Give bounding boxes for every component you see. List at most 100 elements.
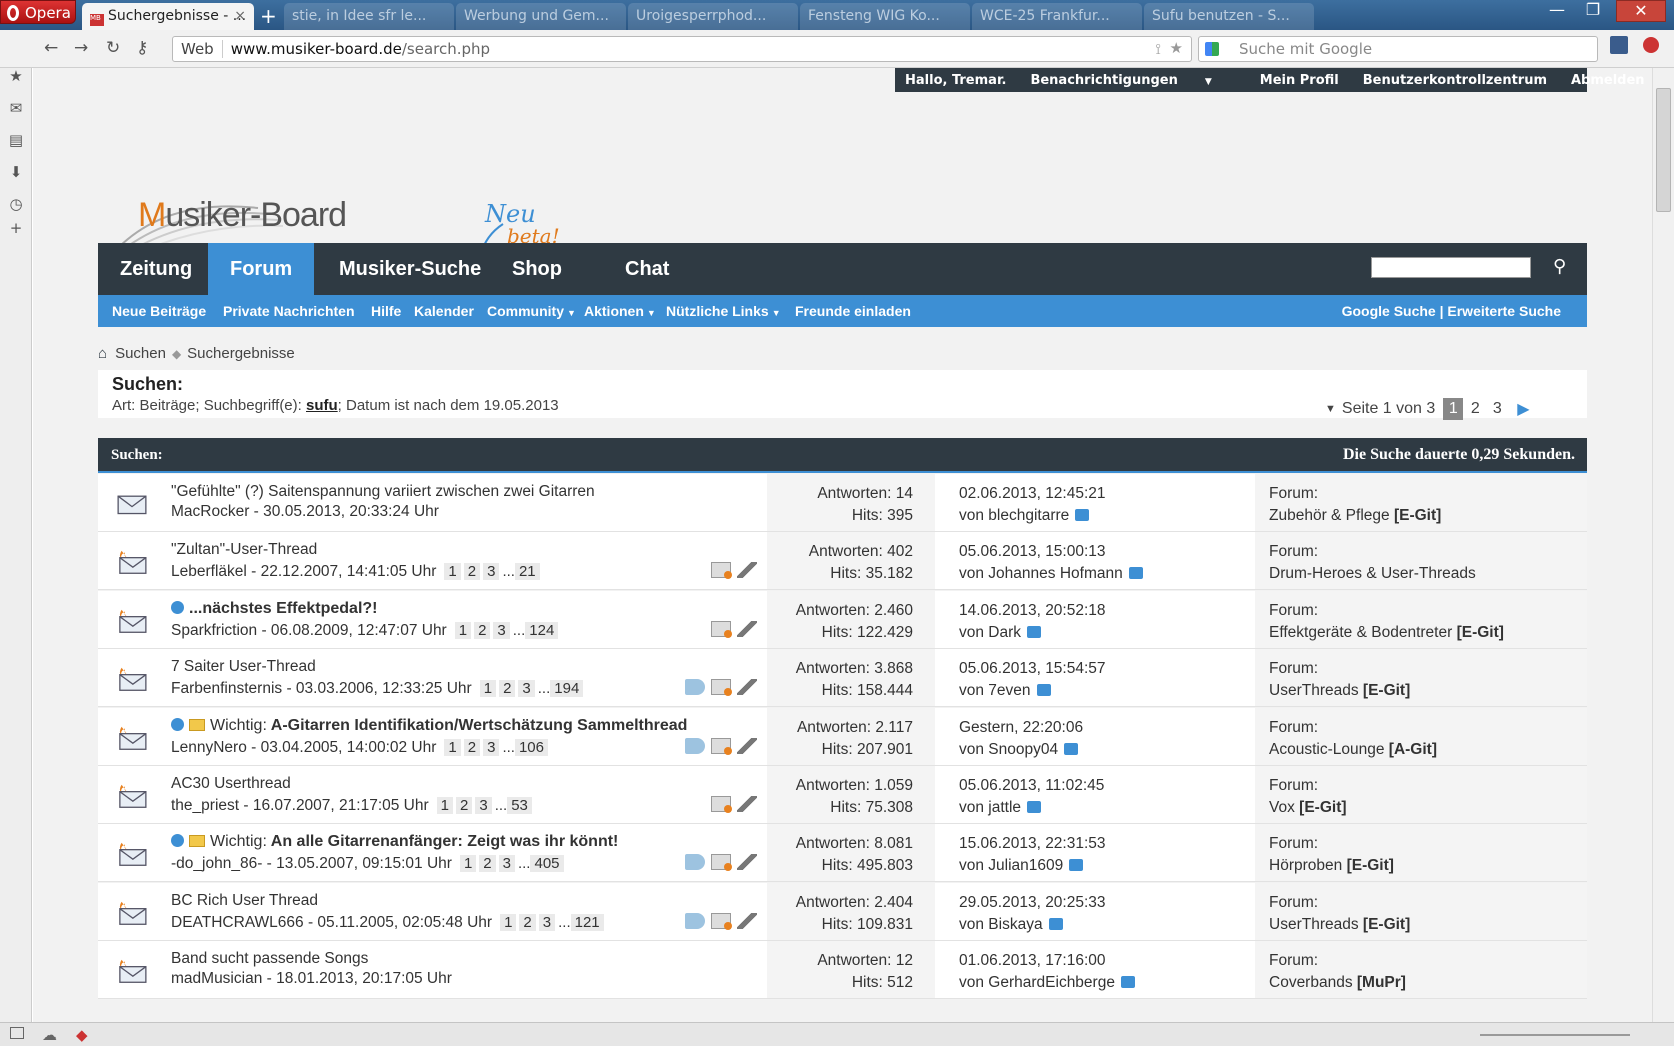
thread-page-link[interactable]: 121 — [570, 913, 604, 931]
thread-page-link[interactable]: 2 — [474, 621, 491, 639]
thread-page-link[interactable]: 3 — [483, 738, 500, 756]
last-poster-link[interactable]: von Biskaya — [959, 916, 1043, 933]
tab-active[interactable]: MB Suchergebnisse - ... × — [82, 3, 254, 30]
home-icon[interactable]: ⌂ — [98, 345, 107, 362]
tab-background[interactable]: stie, in Idee sfr le... — [284, 3, 454, 30]
reload-icon[interactable]: ↻ — [106, 38, 120, 58]
thread-page-link[interactable]: 2 — [456, 797, 473, 814]
subnav-search-links[interactable]: Google Suche | Erweiterte Suche — [1342, 303, 1561, 319]
thread-page-link[interactable]: 106 — [514, 738, 548, 756]
turbo-icon[interactable]: ◆ — [76, 1026, 88, 1044]
thread-page-link[interactable]: 1 — [459, 855, 477, 873]
thread-title-link[interactable]: BC Rich User Thread — [171, 892, 318, 909]
thread-page-link[interactable]: 3 — [538, 913, 556, 931]
table-row[interactable]: Band sucht passende Songs madMusician - 1… — [98, 941, 1587, 1000]
forum-link[interactable]: Zubehör & Pflege — [1269, 507, 1390, 524]
forum-search-input[interactable] — [1371, 257, 1531, 278]
last-poster-link[interactable]: von 7even — [959, 682, 1031, 699]
go-to-last-post-icon[interactable] — [1128, 567, 1143, 580]
table-row[interactable]: ...nächstes Effektpedal?! Sparkfriction -… — [98, 590, 1587, 649]
thread-title-link[interactable]: "Zultan"-User-Thread — [171, 541, 317, 558]
thread-page-link[interactable]: 194 — [550, 680, 584, 698]
go-to-last-post-icon[interactable] — [1027, 801, 1042, 813]
table-row[interactable]: "Zultan"-User-Thread Leberfläkel - 22.12.… — [98, 532, 1587, 591]
new-tab-plus-icon[interactable]: + — [260, 4, 277, 28]
subnav-help[interactable]: Hilfe — [371, 303, 401, 319]
history-clock-icon[interactable]: ◷ — [8, 196, 24, 212]
thread-page-link[interactable]: 3 — [493, 621, 510, 639]
page-2[interactable]: 2 — [1465, 400, 1485, 418]
thread-starter[interactable]: -do_john_86- - 13.05.2007, 09:15:01 Uhr — [171, 855, 452, 872]
page-1[interactable]: 1 — [1443, 398, 1464, 420]
address-bar[interactable]: Web www.musiker-board.de/search.php ⟟ ★ — [172, 36, 1192, 62]
thread-page-link[interactable]: 1 — [444, 738, 461, 756]
thread-page-link[interactable]: 405 — [530, 855, 564, 873]
tag-icon[interactable] — [685, 737, 705, 754]
forward-arrow-icon[interactable]: → — [74, 38, 88, 58]
google-search-field[interactable]: Suche mit Google — [1198, 36, 1598, 62]
pager-dropdown-icon[interactable]: ▼ — [1325, 403, 1336, 415]
last-poster-link[interactable]: von Snoopy04 — [959, 741, 1058, 758]
downloads-icon[interactable]: ⬇ — [8, 164, 24, 180]
thread-title-link[interactable]: AC30 Userthread — [171, 775, 291, 792]
vertical-scrollbar[interactable] — [1652, 68, 1674, 1022]
pager-label[interactable]: Seite 1 von 3 — [1342, 400, 1435, 418]
last-poster-link[interactable]: von Julian1609 — [959, 857, 1063, 874]
back-arrow-icon[interactable]: ← — [44, 38, 58, 58]
cloud-icon[interactable]: ☁ — [42, 1026, 57, 1044]
thread-page-link[interactable]: 1 — [444, 563, 461, 581]
bookmarks-star-icon[interactable]: ★ — [8, 68, 24, 84]
thread-title-link[interactable]: A-Gitarren Identifikation/Wertschätzung … — [271, 717, 688, 734]
tab-close-icon[interactable]: × — [234, 8, 246, 24]
close-window-icon[interactable]: ✕ — [1616, 0, 1666, 22]
table-row[interactable]: AC30 Userthread the_priest - 16.07.2007, … — [98, 766, 1587, 824]
forum-link[interactable]: Effektgeräte & Bodentreter — [1269, 624, 1452, 641]
minimize-icon[interactable]: — — [1540, 0, 1574, 22]
thread-page-link[interactable]: 3 — [498, 855, 515, 873]
thread-page-link[interactable]: 1 — [479, 680, 497, 698]
notifications-menu[interactable]: Benachrichtigungen ▼ — [1030, 73, 1235, 88]
subscribe-mail-icon[interactable] — [711, 562, 732, 580]
tab-background[interactable]: WCE-25 Frankfur... — [972, 3, 1142, 30]
page-3[interactable]: 3 — [1487, 400, 1507, 418]
tab-background[interactable]: Werbung und Gem... — [456, 3, 626, 30]
thread-starter[interactable]: Farbenfinsternis - 03.03.2006, 12:33:25 … — [171, 680, 472, 697]
table-row[interactable]: BC Rich User Thread DEATHCRAWL666 - 05.11… — [98, 882, 1587, 941]
thread-page-link[interactable]: 1 — [454, 621, 472, 639]
extension-icon[interactable] — [1610, 36, 1628, 54]
subscribe-mail-icon[interactable] — [711, 737, 732, 755]
thread-starter[interactable]: LennyNero - 03.04.2005, 14:00:02 Uhr — [171, 739, 436, 756]
thread-page-link[interactable]: 1 — [500, 913, 517, 931]
thread-title-link[interactable]: An alle Gitarrenanfänger: Zeigt was ihr … — [271, 833, 619, 850]
subscribe-mail-icon[interactable] — [711, 854, 732, 872]
thread-page-link[interactable]: 124 — [525, 621, 559, 639]
control-panel-link[interactable]: Benutzerkontrollzentrum — [1363, 73, 1547, 88]
bookmark-star-icon[interactable]: ★ — [1170, 39, 1183, 57]
tab-background[interactable]: Fensteng WIG Ko... — [800, 3, 970, 30]
table-row[interactable]: Wichtig: An alle Gitarrenanfänger: Zeigt… — [98, 824, 1587, 883]
table-row[interactable]: "Gefühlte" (?) Saitenspannung variiert z… — [98, 474, 1587, 532]
thread-starter[interactable]: the_priest - 16.07.2007, 21:17:05 Uhr — [171, 797, 429, 814]
notes-icon[interactable]: ▤ — [8, 132, 24, 148]
thread-title-link[interactable]: "Gefühlte" (?) Saitenspannung variiert z… — [171, 483, 595, 500]
subscribe-mail-icon[interactable] — [711, 912, 732, 930]
search-icon[interactable]: ⚲ — [1553, 256, 1566, 277]
subnav-useful-links[interactable]: Nützliche Links ▼ — [666, 303, 781, 319]
thread-page-link[interactable]: 2 — [499, 680, 516, 698]
adblock-icon[interactable] — [1643, 37, 1659, 53]
go-to-last-post-icon[interactable] — [1036, 684, 1051, 697]
thread-starter[interactable]: madMusician - 18.01.2013, 20:17:05 Uhr — [171, 970, 452, 987]
subnav-invite-friends[interactable]: Freunde einladen — [795, 303, 911, 319]
add-panel-icon[interactable]: + — [8, 220, 24, 236]
subnav-new-posts[interactable]: Neue Beiträge — [112, 303, 206, 319]
subscribe-mail-icon[interactable] — [711, 679, 732, 697]
go-to-last-post-icon[interactable] — [1064, 742, 1079, 755]
panel-toggle-icon[interactable] — [10, 1027, 24, 1039]
go-to-last-post-icon[interactable] — [1120, 976, 1135, 989]
forum-link[interactable]: Hörproben — [1269, 857, 1342, 874]
thread-page-link[interactable]: 1 — [436, 797, 453, 814]
go-to-last-post-icon[interactable] — [1048, 917, 1063, 930]
thread-page-link[interactable]: 2 — [479, 855, 496, 873]
breadcrumb-search[interactable]: Suchen — [115, 345, 166, 362]
last-poster-link[interactable]: von jattle — [959, 799, 1021, 816]
